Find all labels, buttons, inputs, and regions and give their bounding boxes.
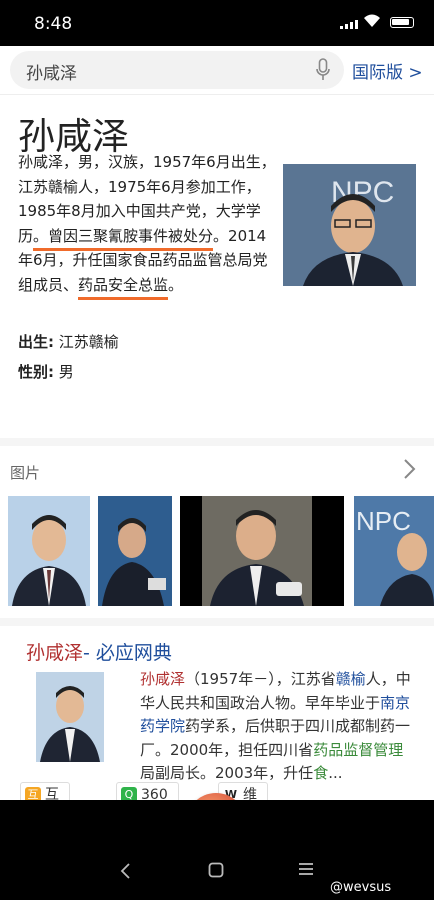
image-thumbnail[interactable] bbox=[8, 496, 90, 606]
source-tag[interactable]: 互互动百科 bbox=[20, 782, 70, 800]
browser-page: 孙咸泽 国际版 > 孙咸泽 孙咸泽，男，汉族，1957年6月出生，江苏赣榆人，1… bbox=[0, 46, 434, 800]
nav-back-icon[interactable] bbox=[120, 862, 132, 880]
hudong-icon: 互 bbox=[25, 787, 41, 800]
bing-logo-icon bbox=[186, 793, 246, 800]
snippet-segment: 孙咸泽 bbox=[140, 670, 186, 688]
intro-highlight-punishment: 。曾因三聚氰胺事件被处分 bbox=[33, 226, 214, 251]
fact-birthplace: 出生: 江苏赣榆 bbox=[18, 331, 119, 352]
snippet-segment[interactable]: 赣榆 bbox=[336, 670, 366, 688]
image-thumbnail[interactable] bbox=[98, 496, 172, 606]
section-separator bbox=[0, 618, 434, 626]
battery-icon bbox=[390, 17, 414, 28]
wifi-icon bbox=[364, 14, 380, 27]
home-logo-button[interactable] bbox=[186, 793, 246, 800]
image-thumbnail[interactable] bbox=[180, 496, 344, 606]
image-carousel: NPC bbox=[8, 496, 434, 608]
result-snippet: 孙咸泽（1957年－），江苏省赣榆人，中华人民共和国政治人物。早年毕业于南京药学… bbox=[140, 668, 416, 786]
entity-portrait[interactable]: NPC bbox=[283, 164, 416, 286]
search-input[interactable]: 孙咸泽 bbox=[26, 59, 77, 84]
status-bar: 8:48 bbox=[0, 0, 434, 46]
portrait-illustration: NPC bbox=[283, 164, 416, 286]
source-tag-label: 互动百科 bbox=[45, 787, 59, 800]
entity-intro: 孙咸泽，男，汉族，1957年6月出生，江苏赣榆人，1975年6月参加工作，198… bbox=[18, 150, 276, 300]
nav-home-icon[interactable] bbox=[208, 862, 224, 878]
svg-text:NPC: NPC bbox=[356, 506, 411, 536]
fact-label: 出生: bbox=[18, 333, 54, 351]
thumbnail-illustration bbox=[180, 496, 344, 606]
chevron-right-icon[interactable] bbox=[402, 458, 416, 480]
intro-highlight-title: 药品安全总监 bbox=[78, 275, 169, 300]
snippet-segment: 局副局长。2003年，升任 bbox=[140, 764, 314, 782]
fact-value: 江苏赣榆 bbox=[58, 333, 119, 351]
result-title-link[interactable]: 孙咸泽- 必应网典 bbox=[26, 638, 172, 665]
fact-value: 男 bbox=[58, 363, 74, 381]
international-version-link[interactable]: 国际版 > bbox=[352, 58, 423, 83]
snippet-segment: ... bbox=[328, 764, 343, 782]
microphone-icon[interactable] bbox=[316, 58, 330, 82]
result-title-name[interactable]: 孙咸泽 bbox=[26, 642, 83, 664]
result-thumbnail[interactable] bbox=[36, 672, 104, 762]
image-thumbnail[interactable]: NPC bbox=[354, 496, 434, 606]
source-tag[interactable]: Q 360百科 bbox=[116, 782, 179, 800]
fact-label: 性别: bbox=[18, 363, 54, 381]
section-separator bbox=[0, 438, 434, 446]
360-icon: Q bbox=[121, 787, 137, 800]
thumbnail-illustration bbox=[8, 496, 90, 606]
snippet-segment[interactable]: 药品监督管理 bbox=[313, 741, 403, 759]
thumbnail-illustration bbox=[36, 672, 104, 762]
thumbnail-illustration bbox=[98, 496, 172, 606]
snippet-segment[interactable]: 食 bbox=[313, 764, 328, 782]
thumbnail-illustration: NPC bbox=[354, 496, 434, 606]
result-title-site[interactable]: - 必应网典 bbox=[83, 642, 172, 664]
watermark: @wevsus bbox=[330, 880, 392, 895]
divider bbox=[0, 94, 434, 95]
status-time: 8:48 bbox=[34, 14, 73, 34]
fact-gender: 性别: 男 bbox=[18, 361, 74, 382]
nav-menu-icon[interactable] bbox=[298, 862, 314, 876]
signal-icon bbox=[340, 20, 358, 29]
intro-text-end: 。 bbox=[168, 275, 184, 294]
snippet-segment: （1957年－），江苏省 bbox=[185, 670, 336, 688]
source-tag-label: 360百科 bbox=[141, 787, 168, 800]
search-bar[interactable]: 孙咸泽 bbox=[10, 51, 344, 89]
images-section-label: 图片 bbox=[10, 464, 41, 482]
